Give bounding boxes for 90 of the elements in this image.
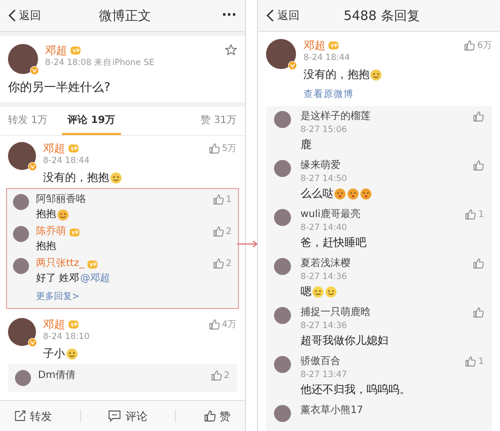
thumbs-up-icon[interactable] [208, 319, 220, 330]
avatar[interactable] [8, 44, 38, 74]
author-name[interactable]: 薰衣草小熊17 [300, 405, 364, 417]
thumbs-up-icon[interactable] [473, 160, 484, 171]
avatar[interactable] [274, 160, 292, 177]
mention-link[interactable]: @邓超 [80, 273, 110, 285]
share-icon [14, 410, 26, 422]
avatar[interactable] [13, 226, 29, 242]
like-count: 2 [226, 258, 232, 268]
avatar[interactable] [274, 111, 292, 128]
reply-text: 么么哒 [300, 187, 334, 200]
comment-icon [108, 410, 122, 422]
avatar[interactable] [13, 258, 29, 274]
comment-time: 8-24 18:44 [303, 53, 350, 64]
reply-time: 8-27 14:50 [300, 174, 347, 185]
like-count: 4万 [222, 319, 237, 331]
avatar[interactable] [266, 39, 296, 69]
reply-text: 爸，赶快睡吧 [300, 236, 366, 249]
reply-text: 超哥我做你儿媳妇 [300, 334, 388, 347]
arrow-icon [236, 240, 258, 248]
avatar[interactable] [274, 356, 292, 373]
post-source: 来自iPhone SE [94, 58, 154, 68]
tab[interactable]: 赞 31万 [200, 107, 237, 135]
reply-time: 8-27 14:36 [300, 272, 347, 283]
thumbs-up-icon[interactable] [212, 258, 224, 269]
reply-text: 他还不归我，呜呜呜。 [300, 383, 410, 396]
author-name[interactable]: 骄傲百合 [300, 356, 340, 368]
thumbs-up-icon[interactable] [212, 194, 224, 205]
comment-text: 没有的，抱抱 [43, 171, 109, 184]
reply-text: 抱抱 [36, 241, 56, 253]
reply-time: 8-27 15:06 [300, 125, 347, 136]
like-count: 6万 [477, 40, 492, 52]
avatar[interactable] [274, 209, 292, 226]
author-name[interactable]: 阿邹丽香咯 [36, 194, 86, 206]
avatar[interactable] [15, 370, 31, 386]
avatar[interactable] [13, 194, 29, 210]
view-original-link[interactable]: 查看原微博 [303, 88, 354, 101]
post-text: 你的另一半姓什么? [8, 79, 112, 96]
reply-time: 8-27 14:40 [300, 223, 347, 234]
author-name[interactable]: 夏若浅沫樱 [300, 258, 350, 270]
reply-text: 好了 姓邓 [36, 273, 80, 285]
like-count: 1 [478, 356, 484, 366]
like-count: 1 [226, 194, 232, 204]
author-name[interactable]: 捕捉一只萌鹿晗 [300, 307, 370, 319]
thumbs-up-icon [204, 410, 216, 422]
thumbs-up-icon[interactable] [465, 209, 476, 220]
comment-time: 8-24 18:44 [43, 156, 90, 167]
comment-time: 8-24 18:10 [43, 332, 90, 343]
author-name[interactable]: 缘来萌爱 [300, 160, 340, 172]
page-title: 微博正文 [98, 8, 151, 24]
avatar[interactable] [274, 307, 292, 324]
author-name[interactable]: wuli鹿哥最亮 [300, 209, 361, 221]
thumbs-up-icon[interactable] [208, 143, 220, 154]
thumbs-up-icon[interactable] [465, 356, 476, 367]
comment-text: 没有的，抱抱 [303, 68, 370, 81]
tab[interactable]: 转发 1万 [8, 107, 48, 135]
thumbs-up-icon[interactable] [473, 258, 484, 269]
page-title: 5488 条回复 [344, 8, 420, 24]
action-button[interactable]: 赞 [204, 408, 231, 424]
like-count: 5万 [222, 143, 237, 155]
like-count: 2 [224, 370, 230, 380]
like-count: 1 [478, 210, 484, 220]
avatar[interactable] [274, 405, 292, 422]
chevron-left-icon[interactable] [266, 9, 274, 22]
avatar[interactable] [274, 258, 292, 275]
more-replies-link[interactable]: 更多回复> [36, 290, 232, 303]
author-name[interactable]: 是这样子的榴莲 [300, 111, 370, 123]
back-button[interactable]: 返回 [8, 8, 41, 23]
avatar[interactable] [8, 142, 36, 170]
thumbs-up-icon[interactable] [210, 370, 222, 381]
comment-text: 子小 [43, 347, 65, 360]
more-button[interactable]: ··· [208, 8, 237, 23]
thumbs-up-icon[interactable] [464, 40, 476, 51]
reply-text: 鹿 [300, 138, 312, 151]
reply-text: 抱抱 [36, 209, 56, 221]
reply-time: 8-27 13:47 [300, 370, 347, 381]
chevron-left-icon[interactable] [8, 9, 16, 22]
thumbs-up-icon[interactable] [473, 307, 484, 318]
post-time: 8-24 18:08 [45, 58, 92, 68]
action-button[interactable]: 评论 [108, 408, 148, 424]
back-button[interactable]: 返回 [266, 8, 300, 23]
thumbs-up-icon[interactable] [473, 111, 484, 122]
avatar[interactable] [8, 318, 36, 346]
action-button[interactable]: 转发 [14, 408, 52, 424]
reply-time: 8-27 14:36 [300, 321, 347, 332]
reply-text: 嗯 [300, 285, 312, 298]
star-icon[interactable] [224, 44, 237, 56]
like-count: 2 [226, 226, 232, 236]
author-name[interactable]: Dm倩倩 [38, 370, 76, 382]
thumbs-up-icon[interactable] [212, 226, 224, 237]
